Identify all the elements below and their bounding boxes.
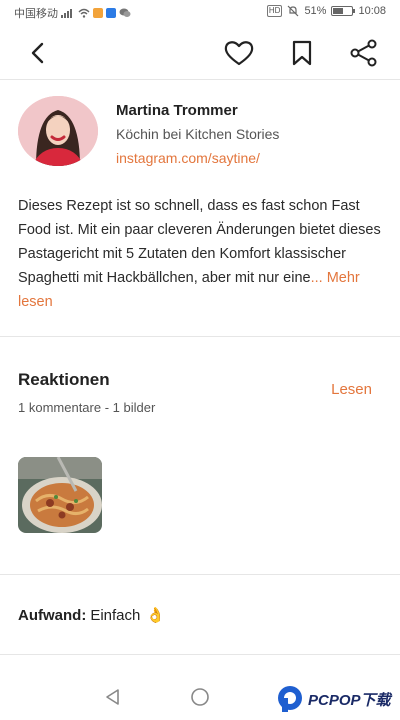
reactions-read-button[interactable]: Lesen xyxy=(331,381,372,398)
author-photo xyxy=(18,96,98,166)
author-name: Martina Trommer xyxy=(116,102,238,119)
effort-value: Einfach xyxy=(90,606,141,624)
status-right: HD 51% 10:08 xyxy=(266,5,386,17)
battery-fill xyxy=(333,8,343,14)
share-icon xyxy=(350,39,377,67)
watermark-logo xyxy=(278,686,302,712)
effort-row: Aufwand: Einfach 👌 xyxy=(18,606,165,624)
carrier-label: 中国移动 xyxy=(14,8,58,20)
favorite-button[interactable] xyxy=(222,36,256,70)
divider xyxy=(0,654,400,655)
author-role: Köchin bei Kitchen Stories xyxy=(116,126,280,142)
bookmark-icon xyxy=(292,40,312,66)
effort-label: Aufwand: xyxy=(18,606,87,624)
battery-icon xyxy=(331,6,356,16)
signal-icon xyxy=(61,9,72,18)
divider xyxy=(0,574,400,575)
status-bar: 中国移动 HD 51% 10:08 xyxy=(0,0,400,24)
back-triangle-icon xyxy=(106,689,119,705)
nav-home-button[interactable] xyxy=(190,688,210,713)
description-ellipsis: ... xyxy=(310,270,323,286)
reaction-photo[interactable] xyxy=(18,457,102,533)
divider xyxy=(0,336,400,337)
heart-icon xyxy=(224,41,254,66)
bookmark-button[interactable] xyxy=(285,36,319,70)
mute-icon xyxy=(288,5,299,17)
status-left: 中国移动 xyxy=(14,5,131,21)
reactions-title: Reaktionen xyxy=(18,370,110,389)
watermark-text: PCPOP下载 xyxy=(308,691,391,709)
share-button[interactable] xyxy=(347,36,381,70)
author-card: Martina Trommer Köchin bei Kitchen Stori… xyxy=(18,96,382,176)
reactions-meta: 1 kommentare - 1 bilder xyxy=(18,400,156,415)
wifi-icon xyxy=(78,8,90,18)
hd-badge: HD xyxy=(266,5,283,17)
author-instagram-link[interactable]: instagram.com/saytine/ xyxy=(116,150,260,166)
ok-hand-icon: 👌 xyxy=(146,606,166,624)
battery-percent: 51% xyxy=(304,5,327,17)
avatar[interactable] xyxy=(18,96,98,166)
wechat-icon xyxy=(119,8,131,17)
app-bar xyxy=(0,24,400,80)
clock: 10:08 xyxy=(358,5,386,17)
nav-back-button[interactable] xyxy=(104,688,122,711)
back-arrow-icon xyxy=(31,42,44,64)
back-button[interactable] xyxy=(20,36,54,70)
recipe-description: Dieses Rezept ist so schnell, dass es fa… xyxy=(18,194,382,314)
pasta-photo xyxy=(18,457,102,533)
watermark: PCPOP下载 xyxy=(276,684,391,714)
app-notification-icon-2 xyxy=(106,8,116,18)
home-circle-icon xyxy=(191,688,209,706)
app-notification-icon xyxy=(93,8,103,18)
